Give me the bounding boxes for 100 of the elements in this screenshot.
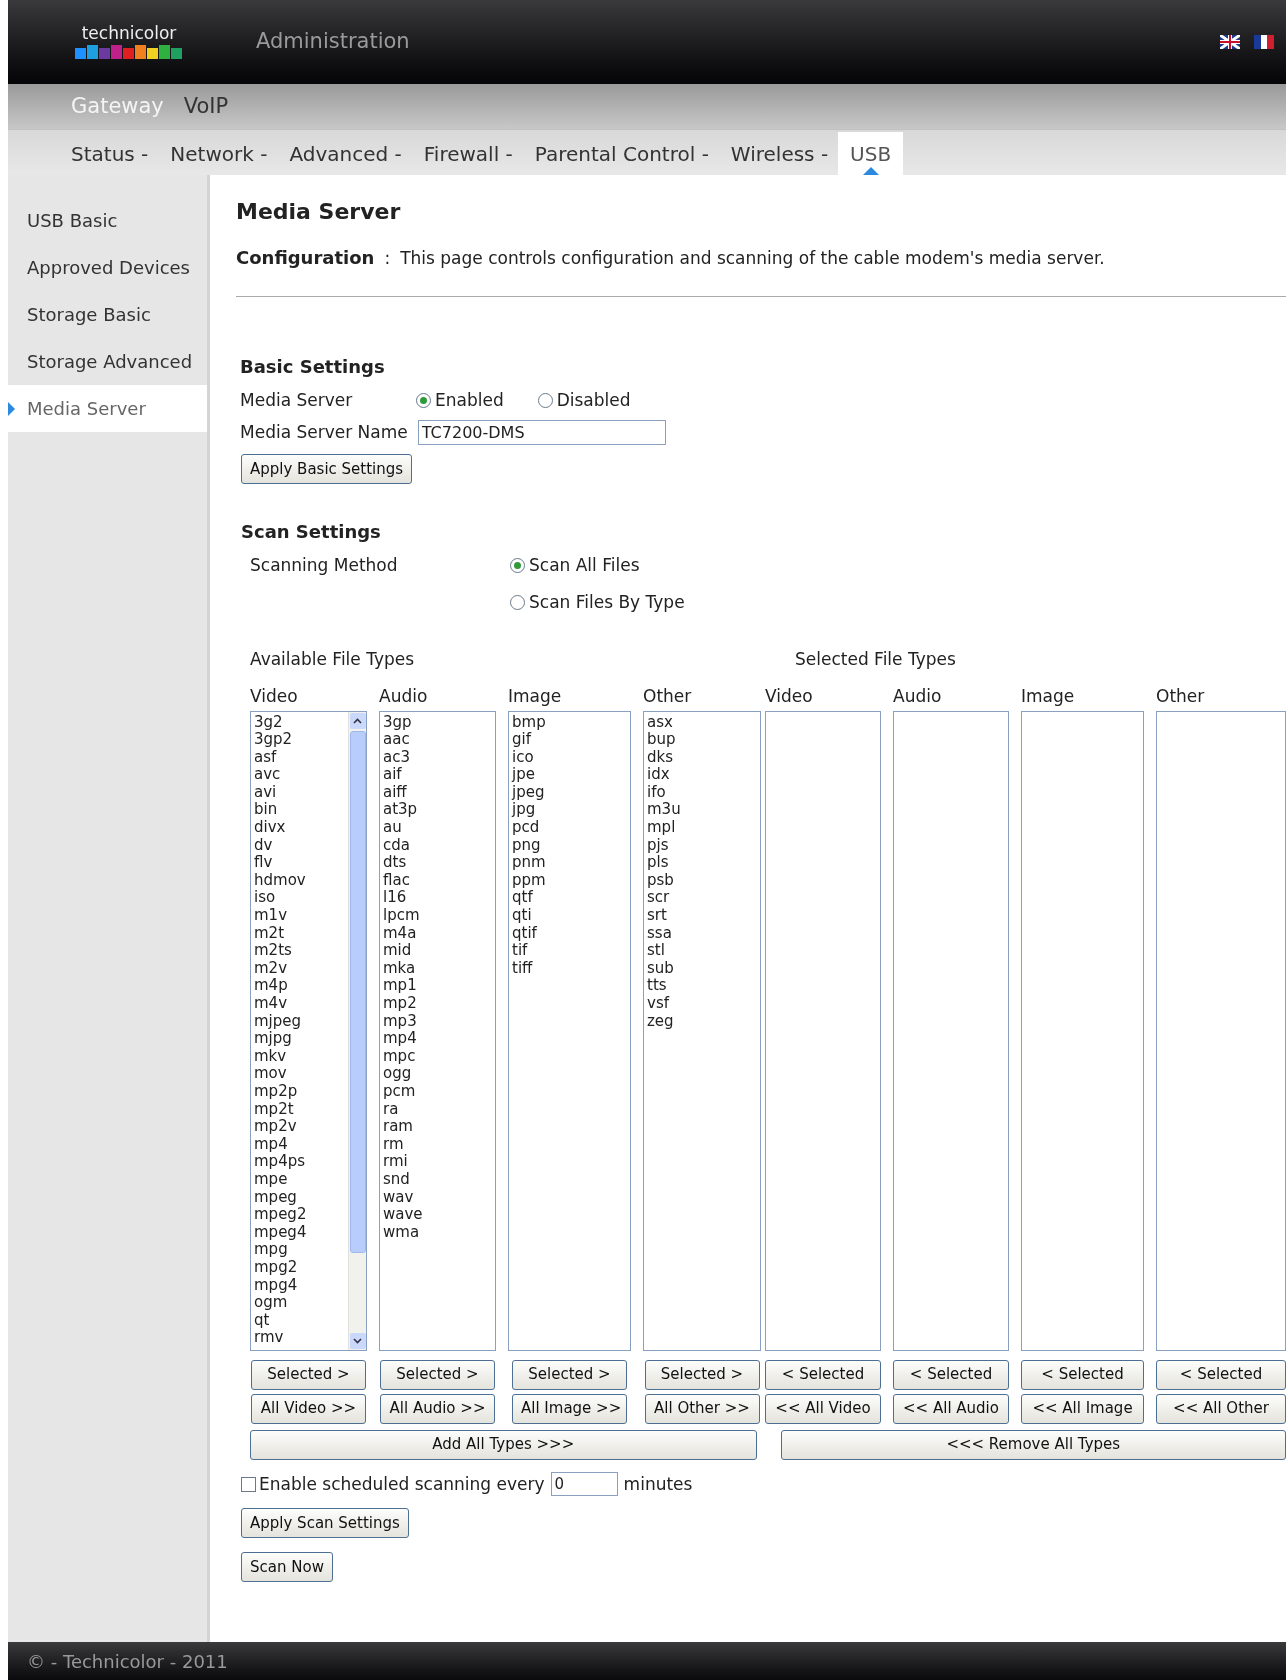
remove-selected-button[interactable]: < Selected: [765, 1359, 881, 1390]
list-option[interactable]: qtf: [512, 889, 630, 908]
list-option[interactable]: m2t: [254, 924, 348, 943]
list-option[interactable]: ifo: [647, 783, 760, 802]
list-option[interactable]: mov: [254, 1065, 348, 1083]
list-option[interactable]: tiff: [512, 959, 630, 978]
minutes-field[interactable]: 0: [550, 1472, 618, 1497]
list-option[interactable]: mjpg: [254, 1030, 348, 1048]
list-option[interactable]: m1v: [254, 907, 348, 925]
list-option[interactable]: mp1: [383, 977, 495, 995]
list-option[interactable]: avc: [254, 766, 348, 784]
radio-button[interactable]: [510, 558, 525, 574]
list-option[interactable]: mp2: [383, 995, 495, 1013]
list-option[interactable]: mpeg: [254, 1188, 348, 1207]
list-option[interactable]: mp4: [254, 1135, 348, 1154]
list-option[interactable]: m2v: [254, 959, 348, 978]
list-option[interactable]: mp2v: [254, 1118, 348, 1136]
remove-selected-button[interactable]: < Selected: [893, 1359, 1009, 1390]
radio-button[interactable]: [416, 393, 431, 408]
sidebar-item[interactable]: Storage Advanced: [8, 338, 207, 385]
list-option[interactable]: m4v: [254, 995, 348, 1013]
list-option[interactable]: flac: [383, 871, 495, 890]
list-option[interactable]: asf: [254, 748, 348, 767]
list-option[interactable]: ppm: [512, 871, 630, 890]
list-option[interactable]: ogg: [383, 1065, 495, 1083]
list-option[interactable]: mp4ps: [254, 1153, 348, 1171]
list-option[interactable]: wave: [383, 1206, 495, 1224]
remove-all-button[interactable]: << All Other: [1156, 1393, 1286, 1424]
list-option[interactable]: tts: [647, 977, 760, 995]
list-option[interactable]: snd: [383, 1170, 495, 1189]
sidebar-item[interactable]: Storage Basic: [8, 291, 207, 338]
move-selected-button[interactable]: Selected >: [380, 1359, 495, 1390]
list-option[interactable]: qtif: [512, 924, 630, 943]
remove-all-button[interactable]: << All Video: [765, 1393, 881, 1424]
move-all-button[interactable]: All Image >>: [512, 1393, 627, 1424]
remove-all-button[interactable]: << All Image: [1021, 1393, 1144, 1424]
list-option[interactable]: srt: [647, 907, 760, 925]
file-type-list[interactable]: bmp gif ico jpe jpeg jpg pcd png pnm ppm qtf qti qtif tif tiff: [508, 710, 631, 1351]
list-option[interactable]: lpcm: [383, 907, 495, 925]
list-option[interactable]: mkv: [254, 1047, 348, 1066]
radio-button[interactable]: [510, 594, 525, 610]
list-option[interactable]: stl: [647, 942, 760, 960]
remove-all-button[interactable]: << All Audio: [893, 1393, 1009, 1424]
sub-nav-tab[interactable]: Status -: [71, 132, 149, 175]
radio-button[interactable]: [537, 393, 553, 408]
list-option[interactable]: dks: [647, 748, 760, 767]
move-all-button[interactable]: All Video >>: [251, 1393, 366, 1424]
apply-scan-button[interactable]: Apply Scan Settings: [241, 1508, 409, 1538]
list-option[interactable]: idx: [647, 766, 760, 784]
top-nav-tab[interactable]: VoIP: [183, 90, 229, 123]
list-option[interactable]: bin: [254, 801, 348, 820]
sub-nav-tab[interactable]: USB: [838, 132, 904, 175]
list-option[interactable]: asx: [647, 713, 760, 732]
scrollbar[interactable]: [348, 711, 366, 1350]
list-option[interactable]: pjs: [647, 836, 760, 855]
sub-nav-tab[interactable]: Network -: [170, 132, 268, 175]
list-option[interactable]: rm: [383, 1135, 495, 1154]
add-all-button[interactable]: Add All Types >>>: [250, 1429, 757, 1460]
remove-selected-button[interactable]: < Selected: [1156, 1359, 1286, 1390]
list-option[interactable]: at3p: [383, 801, 495, 820]
list-option[interactable]: ram: [383, 1118, 495, 1136]
list-option[interactable]: png: [512, 836, 630, 855]
list-option[interactable]: mp2t: [254, 1100, 348, 1119]
list-option[interactable]: bup: [647, 731, 760, 749]
move-selected-button[interactable]: Selected >: [512, 1359, 627, 1390]
list-option[interactable]: pls: [647, 854, 760, 872]
list-option[interactable]: ac3: [383, 748, 495, 767]
apply-basic-button[interactable]: Apply Basic Settings: [241, 454, 413, 484]
uk-flag-icon[interactable]: [1220, 35, 1240, 49]
list-option[interactable]: m3u: [647, 801, 760, 820]
list-option[interactable]: vsf: [647, 995, 760, 1013]
list-option[interactable]: wav: [383, 1188, 495, 1207]
list-option[interactable]: flv: [254, 854, 348, 872]
list-option[interactable]: jpg: [512, 801, 630, 820]
list-option[interactable]: m2ts: [254, 942, 348, 960]
file-type-list[interactable]: [765, 710, 881, 1351]
sub-nav-tab[interactable]: Wireless -: [730, 132, 829, 175]
file-type-list[interactable]: 3g2 3gp2 asf avc avi bin divx dv flv hdmov iso m1v m2t m2ts m2v m4p m4v mjpeg mjpg mkv mov mp2p mp2t mp2v mp4 mp4ps mpe mpeg mpeg2 mpeg4 mpg mpg2 mpg4 ogm qt rmv: [250, 710, 367, 1351]
file-type-list[interactable]: asx bup dks idx ifo m3u mpl pjs pls psb scr srt ssa stl sub tts vsf zeg: [643, 710, 761, 1351]
list-option[interactable]: l16: [383, 889, 495, 908]
file-type-list[interactable]: [893, 710, 1009, 1351]
list-option[interactable]: mpeg4: [254, 1223, 348, 1242]
list-option[interactable]: wma: [383, 1223, 495, 1242]
list-option[interactable]: pnm: [512, 854, 630, 872]
list-option[interactable]: mpeg2: [254, 1206, 348, 1224]
sidebar-item[interactable]: Approved Devices: [8, 244, 207, 291]
list-option[interactable]: avi: [254, 783, 348, 802]
list-option[interactable]: gif: [512, 731, 630, 749]
list-option[interactable]: hdmov: [254, 871, 348, 890]
list-option[interactable]: divx: [254, 819, 348, 837]
list-option[interactable]: mpg: [254, 1241, 348, 1259]
list-option[interactable]: cda: [383, 836, 495, 855]
list-option[interactable]: zeg: [647, 1012, 760, 1031]
list-option[interactable]: mpg4: [254, 1276, 348, 1295]
list-option[interactable]: rmv: [254, 1329, 348, 1347]
list-option[interactable]: 3gp: [383, 713, 495, 732]
list-option[interactable]: aac: [383, 731, 495, 749]
list-option[interactable]: m4a: [383, 924, 495, 943]
input-field[interactable]: TC7200-DMS: [417, 419, 666, 445]
list-option[interactable]: iso: [254, 889, 348, 908]
